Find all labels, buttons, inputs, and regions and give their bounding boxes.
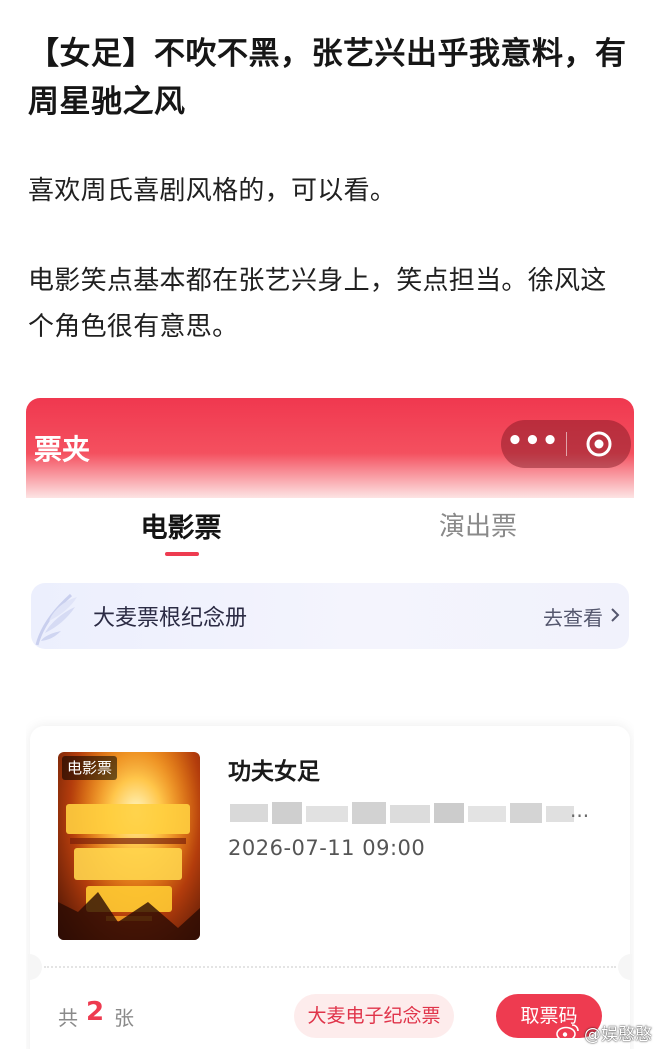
ticket-type-tabs: 电影票 演出票 — [26, 498, 634, 562]
memorial-album-label: 大麦票根纪念册 — [93, 606, 248, 631]
ticket-perforation — [44, 966, 616, 970]
page-title: 票夹 — [34, 433, 91, 466]
ticket-count: 2 — [86, 997, 105, 1027]
poster-artwork — [58, 752, 200, 940]
active-tab-indicator — [165, 552, 199, 556]
post-title: 【女足】不吹不黑，张艺兴出乎我意料，有周星驰之风 — [28, 36, 627, 120]
close-miniprogram-icon[interactable] — [585, 430, 613, 458]
tab-movie-tickets[interactable]: 电影票 — [101, 506, 261, 545]
mini-program-capsule: ••• — [501, 420, 631, 468]
ticket-wallet-screenshot: 票夹 ••• 电影票 演出票 大麦票根纪念册 去查看 电影票 功夫女足 ... … — [26, 398, 634, 1049]
ticket-notch-right — [618, 954, 632, 980]
movie-poster[interactable]: 电影票 — [58, 752, 200, 940]
more-options-button[interactable]: ••• — [501, 420, 565, 468]
chevron-right-icon — [611, 608, 620, 622]
ticket-count-suffix: 张 — [114, 1006, 134, 1030]
souvenir-ticket-button[interactable]: 大麦电子纪念票 — [294, 994, 454, 1038]
app-header: 票夹 ••• — [26, 398, 634, 498]
movie-title: 功夫女足 — [228, 759, 320, 785]
venue-ellipsis: ... — [570, 798, 590, 822]
weibo-icon — [556, 1024, 579, 1042]
poster-tag: 电影票 — [62, 756, 118, 780]
feather-icon — [35, 593, 77, 646]
ticket-card[interactable]: 电影票 功夫女足 ... 2026-07-11 09:00 共 2 张 大麦电子… — [28, 726, 632, 1049]
show-time: 2026-07-11 09:00 — [228, 836, 426, 860]
weibo-post: 【女足】不吹不黑，张艺兴出乎我意料，有周星驰之风 喜欢周氏喜剧风格的，可以看。 … — [0, 0, 660, 1049]
memorial-album-banner[interactable]: 大麦票根纪念册 去查看 — [31, 583, 629, 649]
capsule-divider — [566, 432, 567, 456]
ticket-count-prefix: 共 — [58, 1006, 78, 1030]
ticket-notch-left — [28, 954, 42, 980]
post-paragraph: 喜欢周氏喜剧风格的，可以看。 — [28, 176, 397, 206]
post-paragraph: 电影笑点基本都在张艺兴身上，笑点担当。徐风这个角色很有意思。 — [28, 266, 607, 342]
view-memorial-link[interactable]: 去查看 — [543, 602, 603, 631]
watermark-text: @娱憨憨 — [584, 1025, 652, 1045]
tab-show-tickets[interactable]: 演出票 — [398, 506, 558, 543]
blurred-venue-info — [230, 802, 574, 824]
